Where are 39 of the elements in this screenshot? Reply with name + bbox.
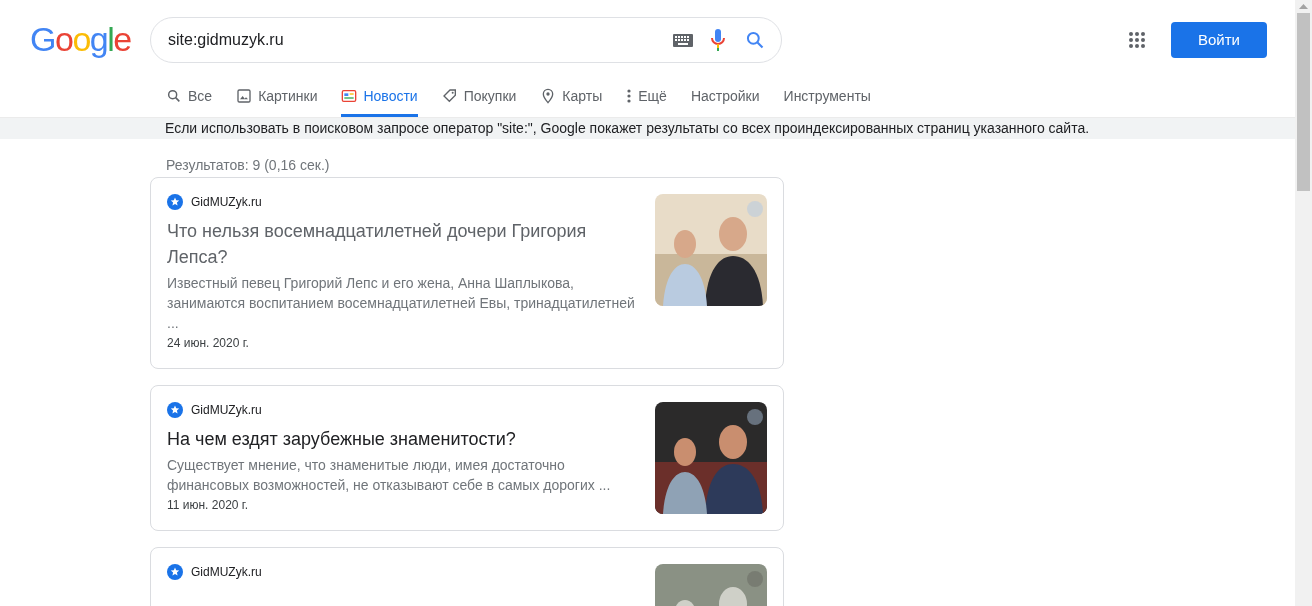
scroll-up-arrow-icon[interactable] (1299, 4, 1308, 9)
result-snippet: Существует мнение, что знаменитые люди, имея достаточно финансовых возможностей, не отказывают себе в самых дорогих ... (167, 456, 612, 495)
news-icon (341, 88, 358, 104)
source-name: GidMUZyk.ru (191, 564, 262, 581)
result-stats: Результатов: 9 (0,16 сек.) (166, 157, 330, 173)
google-logo[interactable]: Google (30, 21, 150, 59)
notice-text: Если использовать в поисковом запросе оператор "site:", Google покажет результаты со всех проиндексированных страниц указанного сайта. (165, 119, 1090, 138)
result-card[interactable]: GidMUZyk.ru (150, 547, 784, 606)
nav-tab[interactable]: Ещё (626, 80, 667, 117)
keyboard-icon[interactable] (673, 33, 693, 47)
nav-tab[interactable]: Покупки (441, 80, 517, 117)
more-icon (626, 88, 633, 104)
sign-in-button[interactable]: Войти (1171, 22, 1267, 58)
result-card[interactable] (150, 177, 784, 369)
result-snippet: Известный певец Григорий Лепс и его жена, Анна Шаплыкова, занимаются воспитанием восемнадцатилетней Евы, тринадцатилетней ... (167, 274, 636, 333)
nav-tab[interactable]: Все (166, 80, 213, 117)
result-title[interactable]: Что нельзя восемнадцатилетней дочери Григория Лепса? (167, 218, 639, 270)
source-name: GidMUZyk.ru (191, 402, 262, 419)
result-date: 24 июн. 2020 г. (167, 335, 250, 352)
result-card[interactable]: GidMUZyk.ru На чем ездят зарубежные знаменитости? Существует мнение, что знаменитые люди, имея достаточно финансовых возможностей, не отказывают себе в самых дорогих ... 11 июн. 2020 г. (150, 385, 784, 531)
scrollbar-thumb[interactable] (1297, 13, 1310, 191)
scrollbar[interactable] (1295, 0, 1312, 606)
image-icon (236, 88, 253, 104)
apps-grid-icon[interactable] (1128, 31, 1146, 49)
search-icon[interactable] (745, 30, 765, 50)
nav-tab[interactable]: Настройки (690, 80, 760, 117)
star-badge-icon (167, 402, 183, 418)
microphone-icon[interactable] (711, 29, 725, 51)
search-query: site:gidmuzyk.ru (168, 30, 284, 50)
source-name: GidMUZyk.ru (191, 194, 262, 211)
result-title[interactable]: На чем ездят зарубежные знаменитости? (167, 426, 639, 452)
nav-tab[interactable]: Инструменты (783, 80, 871, 117)
tag-icon (441, 88, 458, 104)
nav-tab[interactable]: Картинки (236, 80, 318, 117)
search-icon (166, 88, 182, 104)
star-badge-icon (167, 564, 183, 580)
result-date: 11 июн. 2020 г. (167, 497, 250, 514)
nav-tab[interactable]: Карты (540, 80, 603, 117)
star-badge-icon (167, 194, 183, 210)
